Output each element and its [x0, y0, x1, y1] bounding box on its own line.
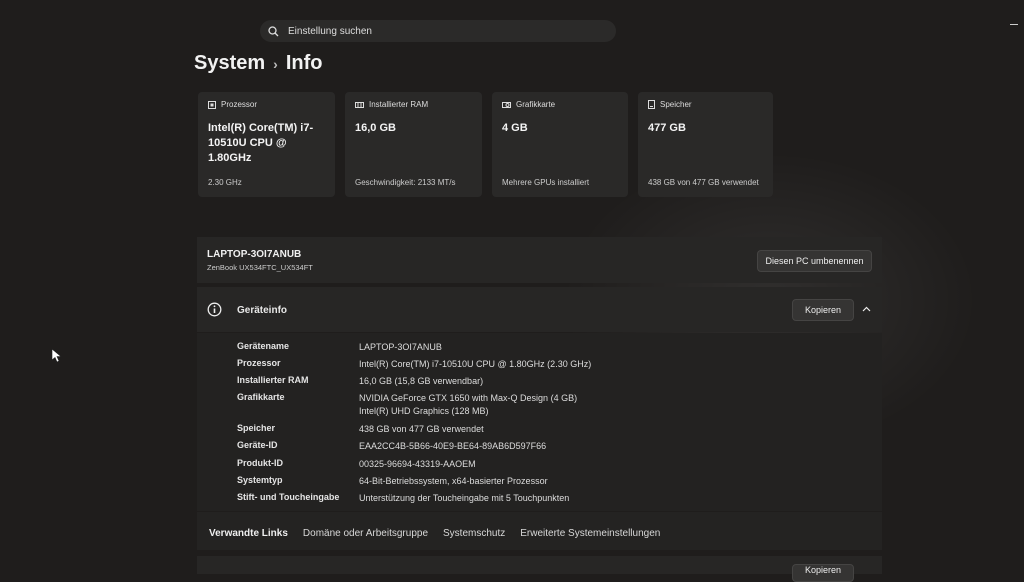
device-header: LAPTOP-3OI7ANUB ZenBook UX534FTC_UX534FT…	[197, 237, 882, 283]
related-links-title: Verwandte Links	[209, 528, 288, 539]
gpu-icon	[502, 101, 511, 108]
card-ram: Installierter RAM 16,0 GB Geschwindigkei…	[345, 92, 482, 197]
card-value: 477 GB	[648, 122, 686, 134]
search-placeholder: Einstellung suchen	[288, 25, 372, 37]
card-label: Prozessor	[221, 100, 258, 109]
breadcrumb: System › Info	[194, 52, 322, 75]
card-footer: 438 GB von 477 GB verwendet	[648, 178, 759, 187]
link-domain-workgroup[interactable]: Domäne oder Arbeitsgruppe	[303, 528, 428, 539]
section-title: Geräteinfo	[237, 305, 288, 316]
card-storage: Speicher 477 GB 438 GB von 477 GB verwen…	[638, 92, 773, 197]
link-system-protection[interactable]: Systemschutz	[443, 528, 505, 539]
storage-icon	[648, 100, 655, 109]
info-row-gpu-2: Intel(R) UHD Graphics (128 MB)	[359, 406, 489, 416]
info-icon	[207, 302, 222, 317]
processor-icon	[208, 100, 216, 109]
device-model: ZenBook UX534FTC_UX534FT	[207, 263, 313, 272]
rename-pc-button[interactable]: Diesen PC umbenennen	[757, 250, 872, 272]
windows-spec-header: Kopieren	[197, 556, 882, 582]
minimize-button[interactable]	[1010, 24, 1018, 25]
related-links: Verwandte Links Domäne oder Arbeitsgrupp…	[209, 528, 660, 539]
ram-icon	[355, 101, 364, 108]
card-processor: Prozessor Intel(R) Core(TM) i7-10510U CP…	[198, 92, 335, 197]
card-value: Intel(R) Core(TM) i7-10510U CPU @ 1.80GH…	[208, 122, 314, 164]
card-value: 4 GB	[502, 122, 528, 134]
copy-button[interactable]: Kopieren	[792, 299, 854, 321]
card-label: Installierter RAM	[369, 100, 429, 109]
mouse-cursor-icon	[52, 349, 62, 363]
card-gpu: Grafikkarte 4 GB Mehrere GPUs installier…	[492, 92, 628, 197]
card-footer: Mehrere GPUs installiert	[502, 178, 590, 187]
link-advanced-settings[interactable]: Erweiterte Systemeinstellungen	[520, 528, 660, 539]
card-value: 16,0 GB	[355, 122, 396, 134]
page-title: Info	[285, 52, 323, 74]
chevron-up-icon[interactable]	[862, 306, 871, 312]
breadcrumb-system[interactable]: System	[194, 52, 265, 75]
card-label: Speicher	[660, 100, 692, 109]
chevron-right-icon: ›	[273, 55, 278, 72]
device-name: LAPTOP-3OI7ANUB	[207, 249, 302, 260]
search-input[interactable]: Einstellung suchen	[260, 20, 616, 42]
copy-button-2[interactable]: Kopieren	[792, 564, 854, 582]
card-footer: Geschwindigkeit: 2133 MT/s	[355, 178, 456, 187]
device-info-header[interactable]: Geräteinfo Kopieren	[197, 287, 882, 332]
card-footer: 2.30 GHz	[208, 178, 242, 187]
card-label: Grafikkarte	[516, 100, 556, 109]
search-icon	[268, 24, 282, 38]
